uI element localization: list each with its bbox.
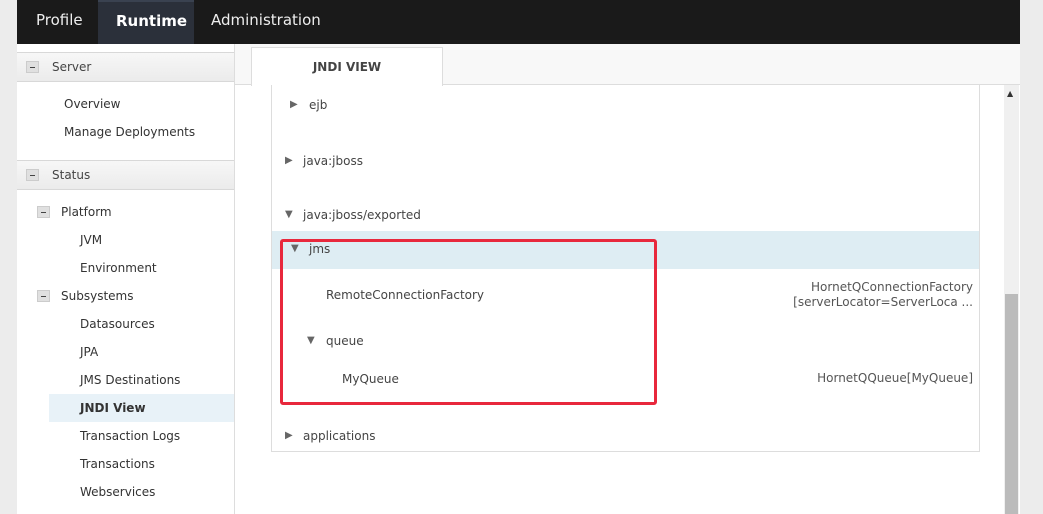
scrollbar[interactable]: ▲	[1004, 85, 1019, 514]
sidebar-item-transaction-logs[interactable]: Transaction Logs	[17, 422, 234, 450]
node-label: ejb	[309, 98, 328, 112]
sidebar-item-jpa[interactable]: JPA	[17, 338, 234, 366]
node-label: java:jboss/exported	[303, 208, 421, 222]
node-label: applications	[303, 429, 376, 443]
collapse-icon[interactable]	[37, 290, 50, 302]
highlight-box	[280, 239, 657, 405]
sub-label: Platform	[61, 205, 112, 219]
sidebar-item-jndi-view[interactable]: JNDI View	[49, 394, 234, 422]
sidebar: Server Overview Manage Deployments Statu…	[17, 44, 235, 514]
expand-arrow-icon[interactable]: ▶	[285, 418, 293, 454]
tree-node-ejb[interactable]: ▶ ejb	[272, 87, 979, 123]
sidebar-item-datasources[interactable]: Datasources	[17, 310, 234, 338]
tab-jndi-view[interactable]: JNDI VIEW	[251, 47, 443, 86]
collapse-arrow-icon[interactable]: ▼	[285, 197, 293, 233]
scroll-up-icon[interactable]: ▲	[1007, 89, 1013, 98]
node-value: HornetQQueue[MyQueue]	[817, 371, 973, 385]
nav-tab-administration[interactable]: Administration	[192, 0, 340, 44]
sidebar-item-jms-destinations[interactable]: JMS Destinations	[17, 366, 234, 394]
node-value: HornetQConnectionFactory [serverLocator=S…	[793, 280, 973, 309]
tree-node-java-jboss[interactable]: ▶ java:jboss	[272, 143, 979, 179]
collapse-icon[interactable]	[26, 61, 39, 73]
sidebar-sub-subsystems[interactable]: Subsystems	[17, 282, 234, 310]
sidebar-group-server[interactable]: Server	[17, 52, 234, 82]
collapse-icon[interactable]	[26, 169, 39, 181]
nav-tab-profile[interactable]: Profile	[17, 0, 102, 44]
sidebar-item-manage-deployments[interactable]: Manage Deployments	[17, 118, 234, 146]
tree-node-applications[interactable]: ▶ applications	[272, 418, 979, 454]
expand-arrow-icon[interactable]: ▶	[290, 87, 298, 123]
nav-tab-runtime[interactable]: Runtime	[98, 0, 194, 44]
expand-arrow-icon[interactable]: ▶	[285, 143, 293, 179]
sub-label: Subsystems	[61, 289, 134, 303]
tab-bar: JNDI VIEW	[235, 44, 1020, 86]
sidebar-group-status[interactable]: Status	[17, 160, 234, 190]
sidebar-item-environment[interactable]: Environment	[17, 254, 234, 282]
group-label: Status	[52, 168, 91, 182]
node-label: java:jboss	[303, 154, 363, 168]
sidebar-item-jvm[interactable]: JVM	[17, 226, 234, 254]
tree-node-java-jboss-exported[interactable]: ▼ java:jboss/exported	[272, 197, 979, 233]
sidebar-sub-platform[interactable]: Platform	[17, 198, 234, 226]
group-label: Server	[52, 60, 92, 74]
sidebar-item-overview[interactable]: Overview	[17, 90, 234, 118]
collapse-icon[interactable]	[37, 206, 50, 218]
sidebar-item-transactions[interactable]: Transactions	[17, 450, 234, 478]
sidebar-item-webservices[interactable]: Webservices	[17, 478, 234, 506]
top-nav: Profile Runtime Administration	[17, 0, 1020, 44]
scrollbar-thumb[interactable]	[1005, 294, 1018, 514]
